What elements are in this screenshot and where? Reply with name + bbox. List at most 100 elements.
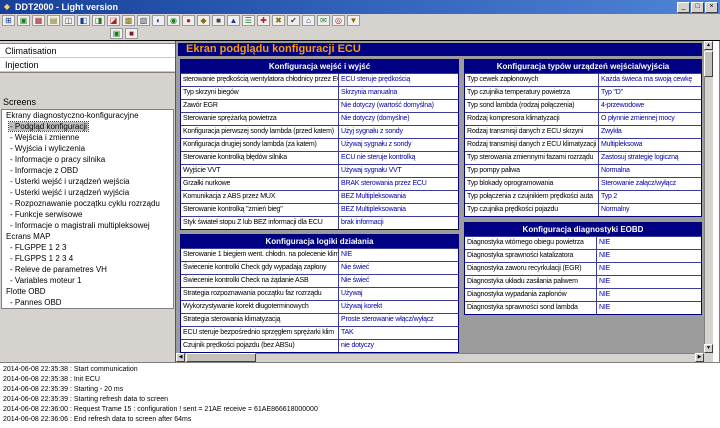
add-icon[interactable]: ✚: [257, 15, 270, 26]
config-row-value[interactable]: Nie świeć: [339, 275, 458, 287]
config-row-label: Typ połączenia z czujnikiem prędkości au…: [465, 191, 599, 203]
config-row-value[interactable]: ECU steruje prędkością: [339, 74, 458, 86]
tree-item[interactable]: - Variables moteur 1: [2, 275, 173, 286]
tree-item[interactable]: Flotte OBD: [2, 286, 173, 297]
stop-icon[interactable]: ■: [212, 15, 225, 26]
play-icon[interactable]: ▲: [227, 15, 240, 26]
scroll-left-icon[interactable]: ◀: [176, 353, 185, 362]
folder-icon[interactable]: ◨: [92, 15, 105, 26]
config-row-value[interactable]: Normalny: [599, 204, 701, 216]
gauge-icon[interactable]: ◐: [152, 15, 165, 26]
config-row-value[interactable]: Nie dotyczy (domyślne): [339, 113, 458, 125]
scroll-down-icon[interactable]: ▼: [704, 344, 713, 353]
config-row-value[interactable]: Normalna: [599, 165, 701, 177]
config-row-value[interactable]: O płynnie zmiennej mocy: [599, 113, 701, 125]
tree-item[interactable]: Ekrany diagnostyczno-konfiguracyjne: [2, 110, 173, 121]
ecu-icon[interactable]: ▦: [32, 15, 45, 26]
panel-io-config: Konfiguracja wejść i wyjść sterowanie pr…: [180, 59, 459, 230]
module-item[interactable]: Injection: [0, 58, 175, 72]
config-row-value[interactable]: ECU nie steruje kontrolką: [339, 152, 458, 164]
config-row-value[interactable]: BEZ Multipleksowania: [339, 204, 458, 216]
tree-item[interactable]: - Podgląd konfiguracji: [2, 121, 173, 132]
horizontal-scrollbar[interactable]: ◀ ▶: [176, 353, 704, 362]
config-row-value[interactable]: Używaj: [339, 288, 458, 300]
tree-item[interactable]: - Funkcje serwisowe: [2, 209, 173, 220]
tree-item[interactable]: - FLGPPE 1 2 3: [2, 242, 173, 253]
tree-item[interactable]: - Usterki wejść i urządzeń wyjścia: [2, 187, 173, 198]
mail-icon[interactable]: ✉: [317, 15, 330, 26]
config-row-value[interactable]: Nie dotyczy (wartość domyślna): [339, 100, 458, 112]
tree-item[interactable]: - Wejścia i zmienne: [2, 132, 173, 143]
menu-icon[interactable]: ☰: [242, 15, 255, 26]
tree-item[interactable]: - Informacje o magistrali multipleksowej: [2, 220, 173, 231]
config-row-value[interactable]: brak informacji: [339, 217, 458, 229]
config-row-value[interactable]: nie dotyczy: [339, 340, 458, 352]
tree-item[interactable]: - FLGPPS 1 2 3 4: [2, 253, 173, 264]
config-row-value[interactable]: Zwykła: [599, 126, 701, 138]
tree-item[interactable]: - Pannes OBD: [2, 297, 173, 308]
vertical-scrollbar[interactable]: ▲ ▼: [704, 41, 713, 353]
monitor-icon[interactable]: ▣: [17, 15, 30, 26]
tree-item[interactable]: - Informacje o pracy silnika: [2, 154, 173, 165]
tree-item-label: - Variables moteur 1: [9, 276, 82, 285]
check-icon[interactable]: ✔: [287, 15, 300, 26]
config-row-value[interactable]: Typ "D": [599, 87, 701, 99]
memory-icon[interactable]: ■: [125, 28, 138, 39]
config-row-value[interactable]: Typ 2: [599, 191, 701, 203]
config-row-value[interactable]: BEZ Multipleksowania: [339, 191, 458, 203]
settings-icon[interactable]: ◎: [332, 15, 345, 26]
config-row-value[interactable]: Multipleksowa: [599, 139, 701, 151]
config-row-value[interactable]: TAK: [339, 327, 458, 339]
delete-icon[interactable]: ✖: [272, 15, 285, 26]
table-icon[interactable]: ▩: [122, 15, 135, 26]
config-row-value[interactable]: Każda świeca ma swoją cewkę: [599, 74, 701, 86]
config-row-value[interactable]: Zastosuj strategię logiczną: [599, 152, 701, 164]
scroll-up-icon[interactable]: ▲: [704, 41, 713, 50]
print-icon[interactable]: ◫: [62, 15, 75, 26]
config-row-value[interactable]: Nie świeć: [339, 262, 458, 274]
config-row-label: Grzałki nurkowe: [181, 178, 339, 190]
scroll-right-icon[interactable]: ▶: [695, 353, 704, 362]
tree-item[interactable]: - Rozpoznawanie początku cyklu rozrządu: [2, 198, 173, 209]
target-icon[interactable]: ◉: [167, 15, 180, 26]
save-icon[interactable]: ◧: [77, 15, 90, 26]
diagnostic-icon[interactable]: ◆: [197, 15, 210, 26]
config-row-value[interactable]: NIE: [597, 276, 701, 288]
config-row-value[interactable]: 4-przewodowe: [599, 100, 701, 112]
config-row-value[interactable]: Sterowanie załącz/wyłącz: [599, 178, 701, 190]
config-row-value[interactable]: Używaj sygnału VVT: [339, 165, 458, 177]
config-row-value[interactable]: Używaj korekt: [339, 301, 458, 313]
minimize-button[interactable]: _: [677, 2, 690, 13]
module-item[interactable]: Climatisation: [0, 44, 175, 58]
config-row-value[interactable]: NIE: [597, 250, 701, 262]
graph-icon[interactable]: ▣: [110, 28, 123, 39]
home-icon[interactable]: ⌂: [302, 15, 315, 26]
tree-item[interactable]: - Usterki wejść i urządzeń wejścia: [2, 176, 173, 187]
close-button[interactable]: ×: [705, 2, 718, 13]
config-row-value[interactable]: Używaj sygnału z sondy: [339, 139, 458, 151]
tree-item[interactable]: - Wyjścia i wyliczenia: [2, 143, 173, 154]
config-row-value[interactable]: NIE: [339, 249, 458, 261]
tree-item[interactable]: - Releve de parametres VH: [2, 264, 173, 275]
connect-icon[interactable]: ⊞: [2, 15, 15, 26]
tree-item[interactable]: Ecrans MAP: [2, 231, 173, 242]
tree-item[interactable]: - Informacje z OBD: [2, 165, 173, 176]
config-row: Wyjście VVT Używaj sygnału VVT: [181, 164, 458, 177]
vertical-scroll-thumb[interactable]: [704, 51, 713, 77]
config-row-value[interactable]: NIE: [597, 263, 701, 275]
record-icon[interactable]: ●: [182, 15, 195, 26]
document-icon[interactable]: ▤: [47, 15, 60, 26]
titlebar[interactable]: ◆ DDT2000 - Light version _ □ ×: [0, 0, 720, 14]
config-row-value[interactable]: Proste sterowanie włącz/wyłącz: [339, 314, 458, 326]
config-row-value[interactable]: NIE: [597, 237, 701, 249]
grid-icon[interactable]: ▧: [137, 15, 150, 26]
config-row-value[interactable]: NIE: [597, 289, 701, 301]
config-row-value[interactable]: BRAK sterowania przez ECU: [339, 178, 458, 190]
horizontal-scroll-thumb[interactable]: [186, 353, 256, 362]
dropdown-icon[interactable]: ▼: [347, 15, 360, 26]
maximize-button[interactable]: □: [691, 2, 704, 13]
config-row-value[interactable]: Użyj sygnału z sondy: [339, 126, 458, 138]
config-row-value[interactable]: NIE: [597, 302, 701, 314]
config-row-value[interactable]: Skrzynia manualna: [339, 87, 458, 99]
chart-icon[interactable]: ◪: [107, 15, 120, 26]
